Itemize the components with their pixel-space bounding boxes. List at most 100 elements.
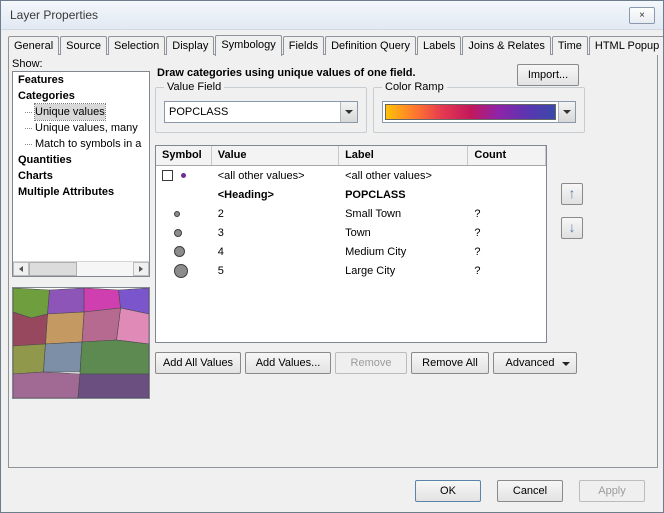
label-cell: Medium City (339, 246, 468, 258)
table-row[interactable]: 5Large City? (156, 261, 546, 280)
table-row[interactable]: <Heading>POPCLASS (156, 185, 546, 204)
tab-labels[interactable]: Labels (417, 36, 461, 55)
value-cell: 3 (212, 227, 339, 239)
map-polygon (45, 312, 84, 344)
column-header-value[interactable]: Value (212, 146, 339, 165)
ok-button[interactable]: OK (415, 480, 481, 502)
scroll-right-button[interactable] (133, 262, 149, 276)
show-tree-item-features[interactable]: Features (13, 72, 149, 88)
move-up-button[interactable]: ↑ (561, 183, 583, 205)
map-polygon (13, 372, 80, 398)
show-listbox: FeaturesCategoriesUnique valuesUnique va… (12, 71, 150, 277)
tree-branch-line (25, 144, 32, 145)
tab-html-popup[interactable]: HTML Popup (589, 36, 664, 55)
symbology-preview-map (12, 287, 150, 399)
value-cell: 5 (212, 265, 339, 277)
tab-time[interactable]: Time (552, 36, 588, 55)
column-header-count[interactable]: Count (468, 146, 546, 165)
show-tree-hscrollbar[interactable] (13, 261, 149, 276)
all-other-values-checkbox[interactable] (162, 170, 173, 181)
scroll-left-button[interactable] (13, 262, 29, 276)
show-tree-item-match-to-symbols-in-a[interactable]: Match to symbols in a (13, 136, 149, 152)
symbol-cell (156, 261, 212, 280)
label-cell: <all other values> (339, 170, 468, 182)
point-symbol-icon (174, 246, 185, 257)
scrollbar-thumb[interactable] (29, 262, 77, 276)
table-row[interactable]: 3Town? (156, 223, 546, 242)
color-ramp-gradient (385, 104, 556, 120)
value-field-selected-value: POPCLASS (165, 102, 340, 122)
column-header-symbol[interactable]: Symbol (156, 146, 212, 165)
chevron-down-icon (345, 110, 353, 114)
move-down-button[interactable]: ↓ (561, 217, 583, 239)
show-tree-item-multiple-attributes[interactable]: Multiple Attributes (13, 184, 149, 200)
show-tree-item-unique-values-many[interactable]: Unique values, many (13, 120, 149, 136)
tree-branch-line (25, 112, 32, 113)
symbol-cell (156, 185, 212, 204)
color-ramp-combobox[interactable] (382, 101, 576, 123)
remove-all-button[interactable]: Remove All (411, 352, 489, 374)
color-ramp-label: Color Ramp (382, 81, 447, 93)
layer-properties-dialog: Layer Properties × GeneralSourceSelectio… (0, 0, 664, 513)
scrollbar-track[interactable] (29, 262, 133, 276)
symbol-cell (156, 166, 212, 185)
show-tree-item-label: Categories (18, 88, 75, 104)
value-cell: <all other values> (212, 170, 339, 182)
tab-symbology[interactable]: Symbology (215, 35, 281, 56)
remove-button[interactable]: Remove (335, 352, 407, 374)
scroll-left-icon (19, 266, 23, 272)
map-polygon (13, 312, 48, 348)
value-field-combobox[interactable]: POPCLASS (164, 101, 358, 123)
tab-definition-query[interactable]: Definition Query (325, 36, 416, 55)
advanced-button[interactable]: Advanced (493, 352, 577, 374)
unique-values-table: SymbolValueLabelCount <all other values>… (155, 145, 547, 343)
table-button-row: Add All Values Add Values... Remove Remove … (155, 352, 585, 374)
symbol-cell (156, 204, 212, 223)
close-button[interactable]: × (629, 7, 655, 24)
button-label: Add Values... (256, 357, 321, 369)
show-tree-item-label: Features (18, 72, 64, 88)
table-row[interactable]: 4Medium City? (156, 242, 546, 261)
value-field-dropdown-button[interactable] (340, 102, 357, 122)
symbol-cell (156, 242, 212, 261)
column-header-label[interactable]: Label (339, 146, 468, 165)
count-cell: ? (468, 246, 546, 258)
tab-fields[interactable]: Fields (283, 36, 324, 55)
table-body: <all other values><all other values><Hea… (156, 166, 546, 280)
import-button[interactable]: Import... (517, 64, 579, 86)
map-polygon (82, 308, 121, 342)
label-cell: Large City (339, 265, 468, 277)
tab-joins-relates[interactable]: Joins & Relates (462, 36, 550, 55)
point-symbol-icon (174, 211, 180, 217)
show-tree-item-quantities[interactable]: Quantities (13, 152, 149, 168)
scroll-right-icon (139, 266, 143, 272)
apply-button[interactable]: Apply (579, 480, 645, 502)
chevron-down-icon (563, 110, 571, 114)
title-bar[interactable]: Layer Properties × (1, 1, 663, 30)
tab-selection[interactable]: Selection (108, 36, 165, 55)
map-polygon (13, 344, 45, 374)
window-title: Layer Properties (10, 8, 98, 22)
point-symbol-icon (174, 264, 188, 278)
button-label: Remove All (422, 357, 478, 369)
show-tree-item-unique-values[interactable]: Unique values (13, 104, 149, 120)
color-ramp-dropdown-button[interactable] (558, 102, 575, 122)
table-row[interactable]: 2Small Town? (156, 204, 546, 223)
show-tree-item-categories[interactable]: Categories (13, 88, 149, 104)
tab-source[interactable]: Source (60, 36, 107, 55)
add-values-button[interactable]: Add Values... (245, 352, 331, 374)
symbology-tab-page: Show: FeaturesCategoriesUnique valuesUni… (8, 54, 658, 468)
map-polygon (43, 342, 82, 372)
map-polygon (80, 340, 149, 374)
tab-display[interactable]: Display (166, 36, 214, 55)
tab-general[interactable]: General (8, 36, 59, 55)
button-label: Advanced (506, 357, 555, 369)
table-header: SymbolValueLabelCount (156, 146, 546, 166)
panel-description: Draw categories using unique values of o… (157, 67, 416, 79)
preview-map-image (13, 288, 149, 398)
table-row[interactable]: <all other values><all other values> (156, 166, 546, 185)
show-tree-item-charts[interactable]: Charts (13, 168, 149, 184)
cancel-button[interactable]: Cancel (497, 480, 563, 502)
add-all-values-button[interactable]: Add All Values (155, 352, 241, 374)
tab-strip: GeneralSourceSelectionDisplaySymbologyFi… (8, 34, 658, 55)
